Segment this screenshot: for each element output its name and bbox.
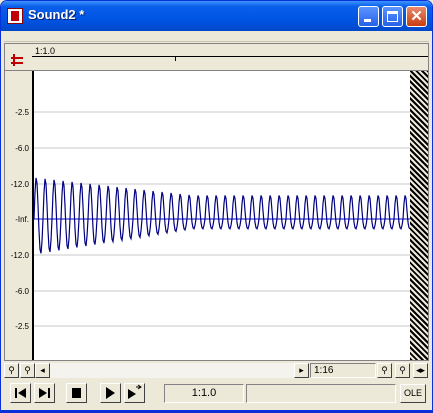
- zoom-out-button-2[interactable]: ⚲: [377, 363, 392, 378]
- level-label: -2.5: [15, 108, 29, 117]
- scroll-right-button[interactable]: ▸: [294, 363, 309, 378]
- stop-button[interactable]: [66, 383, 87, 403]
- zoom-out-button[interactable]: ⚲: [4, 363, 19, 378]
- zoom-in-button-2[interactable]: ⚲: [395, 363, 410, 378]
- fast-forward-button[interactable]: [34, 383, 55, 403]
- app-icon[interactable]: [7, 8, 23, 24]
- loop-play-icon: [128, 384, 142, 399]
- waveform-canvas: [34, 111, 410, 327]
- status-field: [246, 384, 396, 403]
- zoom-out-icon: ⚲: [8, 365, 15, 375]
- zoom-out-icon: ⚲: [381, 365, 388, 375]
- window-title: Sound2 *: [28, 7, 85, 22]
- transport-bar: 1:1.0 OLE: [4, 381, 429, 407]
- time-display: 1:1.0: [164, 384, 244, 403]
- horizontal-scrollbar[interactable]: ⚲ ⚲ ◂ ▸ 1:16 ⚲ ⚲ ◂▸: [4, 362, 429, 379]
- level-label: -6.0: [15, 287, 29, 296]
- scroll-left-button[interactable]: ◂: [35, 363, 50, 378]
- position-field[interactable]: 1:16: [310, 363, 376, 378]
- level-label: -Inf.: [15, 215, 29, 224]
- play-icon: [106, 387, 115, 399]
- waveform: [34, 177, 410, 254]
- loop-play-button[interactable]: [124, 383, 145, 403]
- maximize-button[interactable]: [382, 6, 403, 27]
- level-label: -2.5: [15, 322, 29, 331]
- fast-forward-icon: [39, 388, 50, 398]
- close-button[interactable]: ✕: [406, 6, 427, 27]
- level-label: -6.0: [15, 144, 29, 153]
- rewind-button[interactable]: [10, 383, 31, 403]
- waveform-panel: 1:1.0 -2.5 -6.0 -12.0 -Inf. -12.0 -6.0 -…: [4, 43, 429, 361]
- level-label: -12.0: [10, 180, 29, 189]
- scroll-right-icon: ▸: [299, 365, 304, 375]
- close-icon: ✕: [410, 8, 423, 25]
- scroll-track[interactable]: [50, 363, 294, 378]
- ruler-tick: [175, 56, 176, 61]
- zoom-in-icon: ⚲: [24, 365, 31, 375]
- ruler-label: 1:1.0: [35, 46, 56, 56]
- time-ruler[interactable]: 1:1.0: [5, 44, 428, 71]
- zoom-in-icon: ⚲: [399, 365, 406, 375]
- zoom-fit-icon: ◂▸: [415, 365, 426, 375]
- marker-icon[interactable]: [11, 54, 25, 67]
- level-label: -12.0: [10, 251, 29, 260]
- end-region: [410, 71, 428, 360]
- play-button[interactable]: [100, 383, 121, 403]
- stop-icon: [72, 388, 81, 398]
- ole-button[interactable]: OLE: [400, 384, 426, 403]
- rewind-icon: [15, 388, 26, 398]
- sound-window: Sound2 * ✕ 1:1.0 -2.5 -6.0 -12.0 -Inf. -…: [0, 0, 433, 413]
- maximize-icon: [387, 11, 398, 22]
- scroll-left-icon: ◂: [40, 365, 45, 375]
- zoom-in-button[interactable]: ⚲: [20, 363, 35, 378]
- minimize-button[interactable]: [358, 6, 379, 27]
- level-scale: -2.5 -6.0 -12.0 -Inf. -12.0 -6.0 -2.5: [5, 71, 34, 360]
- minimize-icon: [364, 19, 371, 22]
- ruler-line: [32, 56, 428, 57]
- toolbar-strip: [4, 32, 429, 42]
- zoom-fit-button[interactable]: ◂▸: [413, 363, 428, 378]
- title-bar[interactable]: Sound2 * ✕: [1, 1, 432, 31]
